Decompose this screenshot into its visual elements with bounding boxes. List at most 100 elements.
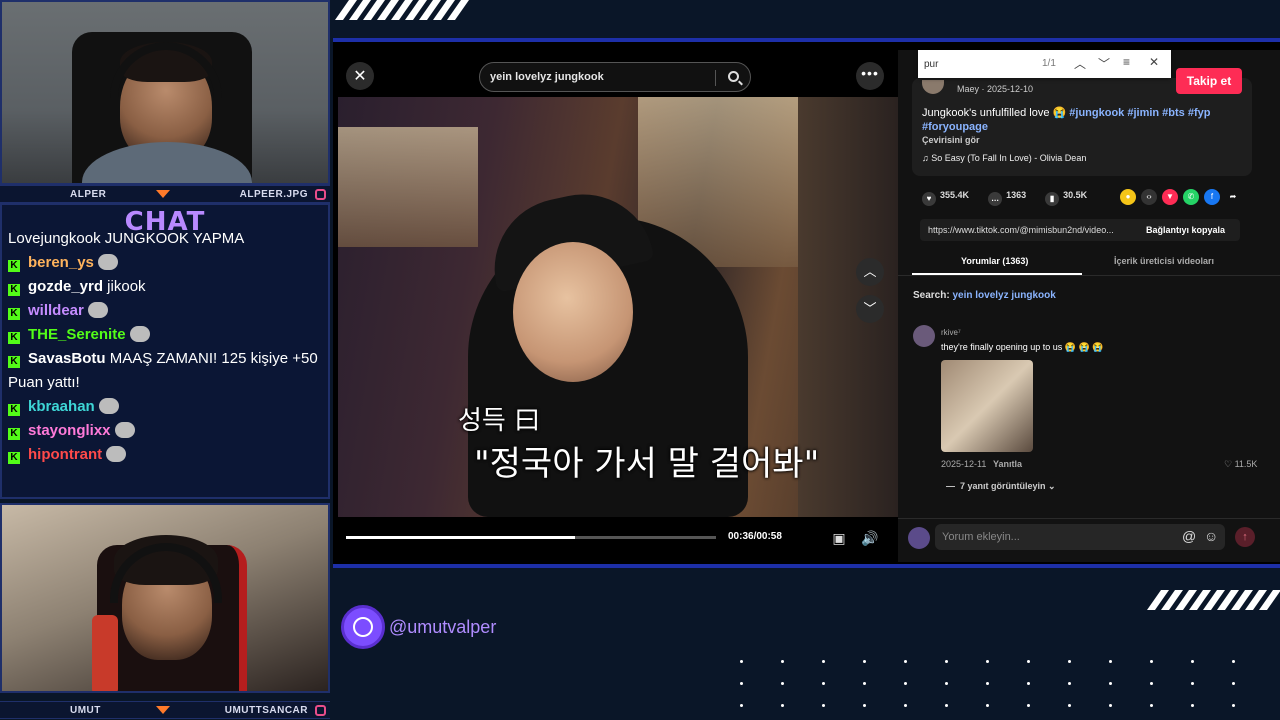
engagement-stats: ♥ 355.4K … 1363 ▮ 30.5K — [922, 190, 1087, 206]
video-progress-bar[interactable] — [346, 536, 716, 539]
view-replies-button[interactable]: — 7 yanıt görüntüleyin ⌄ — [946, 481, 1056, 492]
follow-button[interactable]: Takip et — [1176, 68, 1242, 94]
emoji-icons: 😭 😭 😭 — [1064, 342, 1104, 352]
decor-dot — [1027, 704, 1030, 707]
chat-username[interactable]: gozde_yrd — [28, 278, 103, 295]
mention-icon[interactable]: @ — [1182, 528, 1196, 544]
cat-emote-icon — [114, 422, 135, 438]
close-icon: ✕ — [353, 68, 367, 85]
find-count: 1/1 — [1042, 58, 1056, 69]
music-info[interactable]: ♫ So Easy (To Fall In Love) - Olivia Dea… — [922, 153, 1086, 163]
chat-username[interactable]: SavasBotu — [28, 350, 106, 367]
close-video-button[interactable]: ✕ — [346, 62, 374, 90]
chat-username[interactable]: kbraahan — [28, 398, 95, 415]
tab-creator-videos[interactable]: İçerik üreticisi videoları — [1114, 256, 1214, 266]
bookmark-icon[interactable]: ▮ — [1045, 192, 1060, 206]
emoji-icon[interactable]: ☺ — [1204, 528, 1218, 544]
video-time: 00:36/00:58 — [728, 531, 782, 542]
related-search-query: yein lovelyz jungkook — [952, 290, 1056, 301]
send-icon[interactable]: ▼ — [1162, 189, 1178, 205]
decor-dot — [1068, 704, 1071, 707]
embed-icon[interactable]: ‹› — [1141, 189, 1157, 205]
decor-dot — [986, 704, 989, 707]
find-options-icon[interactable]: ≡ — [1123, 55, 1130, 69]
music-note-icon: ♫ — [922, 153, 932, 163]
video-link-bar: https://www.tiktok.com/@mimisbun2nd/vide… — [920, 219, 1240, 241]
comment-icon[interactable]: … — [988, 192, 1003, 206]
next-video-button[interactable]: ﹀ — [856, 295, 884, 323]
chat-text: jikook — [103, 278, 146, 295]
decor-dot — [781, 704, 784, 707]
share-arrow-icon[interactable]: ➦ — [1225, 189, 1241, 205]
video-progress-fill — [346, 536, 576, 539]
cat-emote-icon — [98, 398, 119, 414]
decor-dot — [986, 660, 989, 663]
decor-dot — [740, 660, 743, 663]
decor-dot — [945, 660, 948, 663]
tab-comments[interactable]: Yorumlar (1363) — [961, 256, 1028, 266]
top-cam-name: ALPER — [70, 188, 107, 200]
heart-icon[interactable]: ♥ — [922, 192, 936, 206]
cat-emote-icon — [87, 302, 108, 318]
kick-badge-icon: K — [8, 356, 20, 368]
video-caption: Jungkook's unfulfilled love 😭 #jungkook … — [922, 106, 1242, 134]
comment-likes[interactable]: ♡ 11.5K — [1224, 459, 1257, 470]
previous-video-button[interactable]: ︿ — [856, 258, 884, 286]
globe-icon — [353, 617, 373, 637]
decor-dot — [986, 682, 989, 685]
coin-icon[interactable]: ● — [1120, 189, 1136, 205]
comment-like-count: 11.5K — [1234, 459, 1258, 469]
related-search[interactable]: Search: yein lovelyz jungkook — [913, 290, 1056, 301]
search-icon[interactable] — [728, 71, 739, 82]
decor-dot — [863, 682, 866, 685]
commenter-avatar[interactable] — [913, 325, 935, 347]
chat-message: Kwilldear — [8, 299, 326, 323]
volume-icon[interactable]: 🔊 — [859, 528, 881, 548]
find-next-icon[interactable]: ﹀ — [1098, 55, 1110, 72]
comment-image[interactable] — [941, 360, 1033, 452]
find-in-page-bar[interactable]: pur 1/1 ︿ ﹀ ≡ ✕ — [918, 50, 1171, 78]
cat-emote-icon — [106, 446, 127, 462]
decor-dot — [1232, 660, 1235, 663]
copy-link-button[interactable]: Bağlantıyı kopyala — [1146, 225, 1225, 235]
commenter-name[interactable]: rkive⁷ — [941, 328, 961, 337]
webcam-top — [0, 0, 330, 185]
heart-outline-icon: ♡ — [1224, 459, 1235, 469]
decor-dot — [1150, 682, 1153, 685]
find-previous-icon[interactable]: ︿ — [1074, 55, 1086, 72]
triangle-icon — [156, 706, 170, 714]
captions-icon[interactable]: ▣ — [828, 528, 850, 548]
more-options-button[interactable]: ••• — [856, 62, 884, 90]
chat-message: K THE_Serenite — [8, 323, 326, 347]
decor-dot — [781, 682, 784, 685]
decor-dot — [740, 682, 743, 685]
my-avatar — [908, 527, 930, 549]
kick-badge-icon: K — [8, 284, 20, 296]
decor-dot — [1150, 660, 1153, 663]
chevron-down-icon: ﹀ — [863, 301, 877, 316]
kick-badge-icon: K — [8, 332, 20, 344]
chat-username[interactable]: hipontrant — [28, 446, 102, 463]
cat-emote-icon — [97, 254, 118, 270]
send-comment-button[interactable]: ↑ — [1235, 527, 1255, 547]
chat-message-list: Lovejungkook JUNGKOOK YAPMA Kberen_ys Kgoz… — [8, 227, 326, 467]
see-translation-link[interactable]: Çevirisini gör — [922, 135, 980, 145]
author-line[interactable]: Maey · 2025-12-10 — [957, 84, 1033, 94]
find-close-icon[interactable]: ✕ — [1149, 55, 1159, 69]
chat-username[interactable]: beren_ys — [28, 254, 94, 271]
chat-username[interactable]: THE_Serenite — [28, 326, 126, 343]
find-input[interactable]: pur — [924, 59, 938, 70]
reply-button[interactable]: Yanıtla — [993, 459, 1022, 469]
search-query-text: yein lovelyz jungkook — [490, 71, 604, 83]
save-count: 30.5K — [1063, 190, 1088, 200]
search-input[interactable]: yein lovelyz jungkook — [479, 62, 751, 92]
bottom-cam-namebar: UMUT UMUTTSANCAR — [0, 701, 330, 719]
decor-dot — [1109, 704, 1112, 707]
decor-dot — [904, 682, 907, 685]
chat-username[interactable]: stayonglixx — [28, 422, 111, 439]
decor-dot-grid — [740, 660, 1270, 710]
chat-username[interactable]: willdear — [28, 302, 84, 319]
whatsapp-icon[interactable]: ✆ — [1183, 189, 1199, 205]
microphone — [92, 615, 118, 691]
facebook-icon[interactable]: f — [1204, 189, 1220, 205]
